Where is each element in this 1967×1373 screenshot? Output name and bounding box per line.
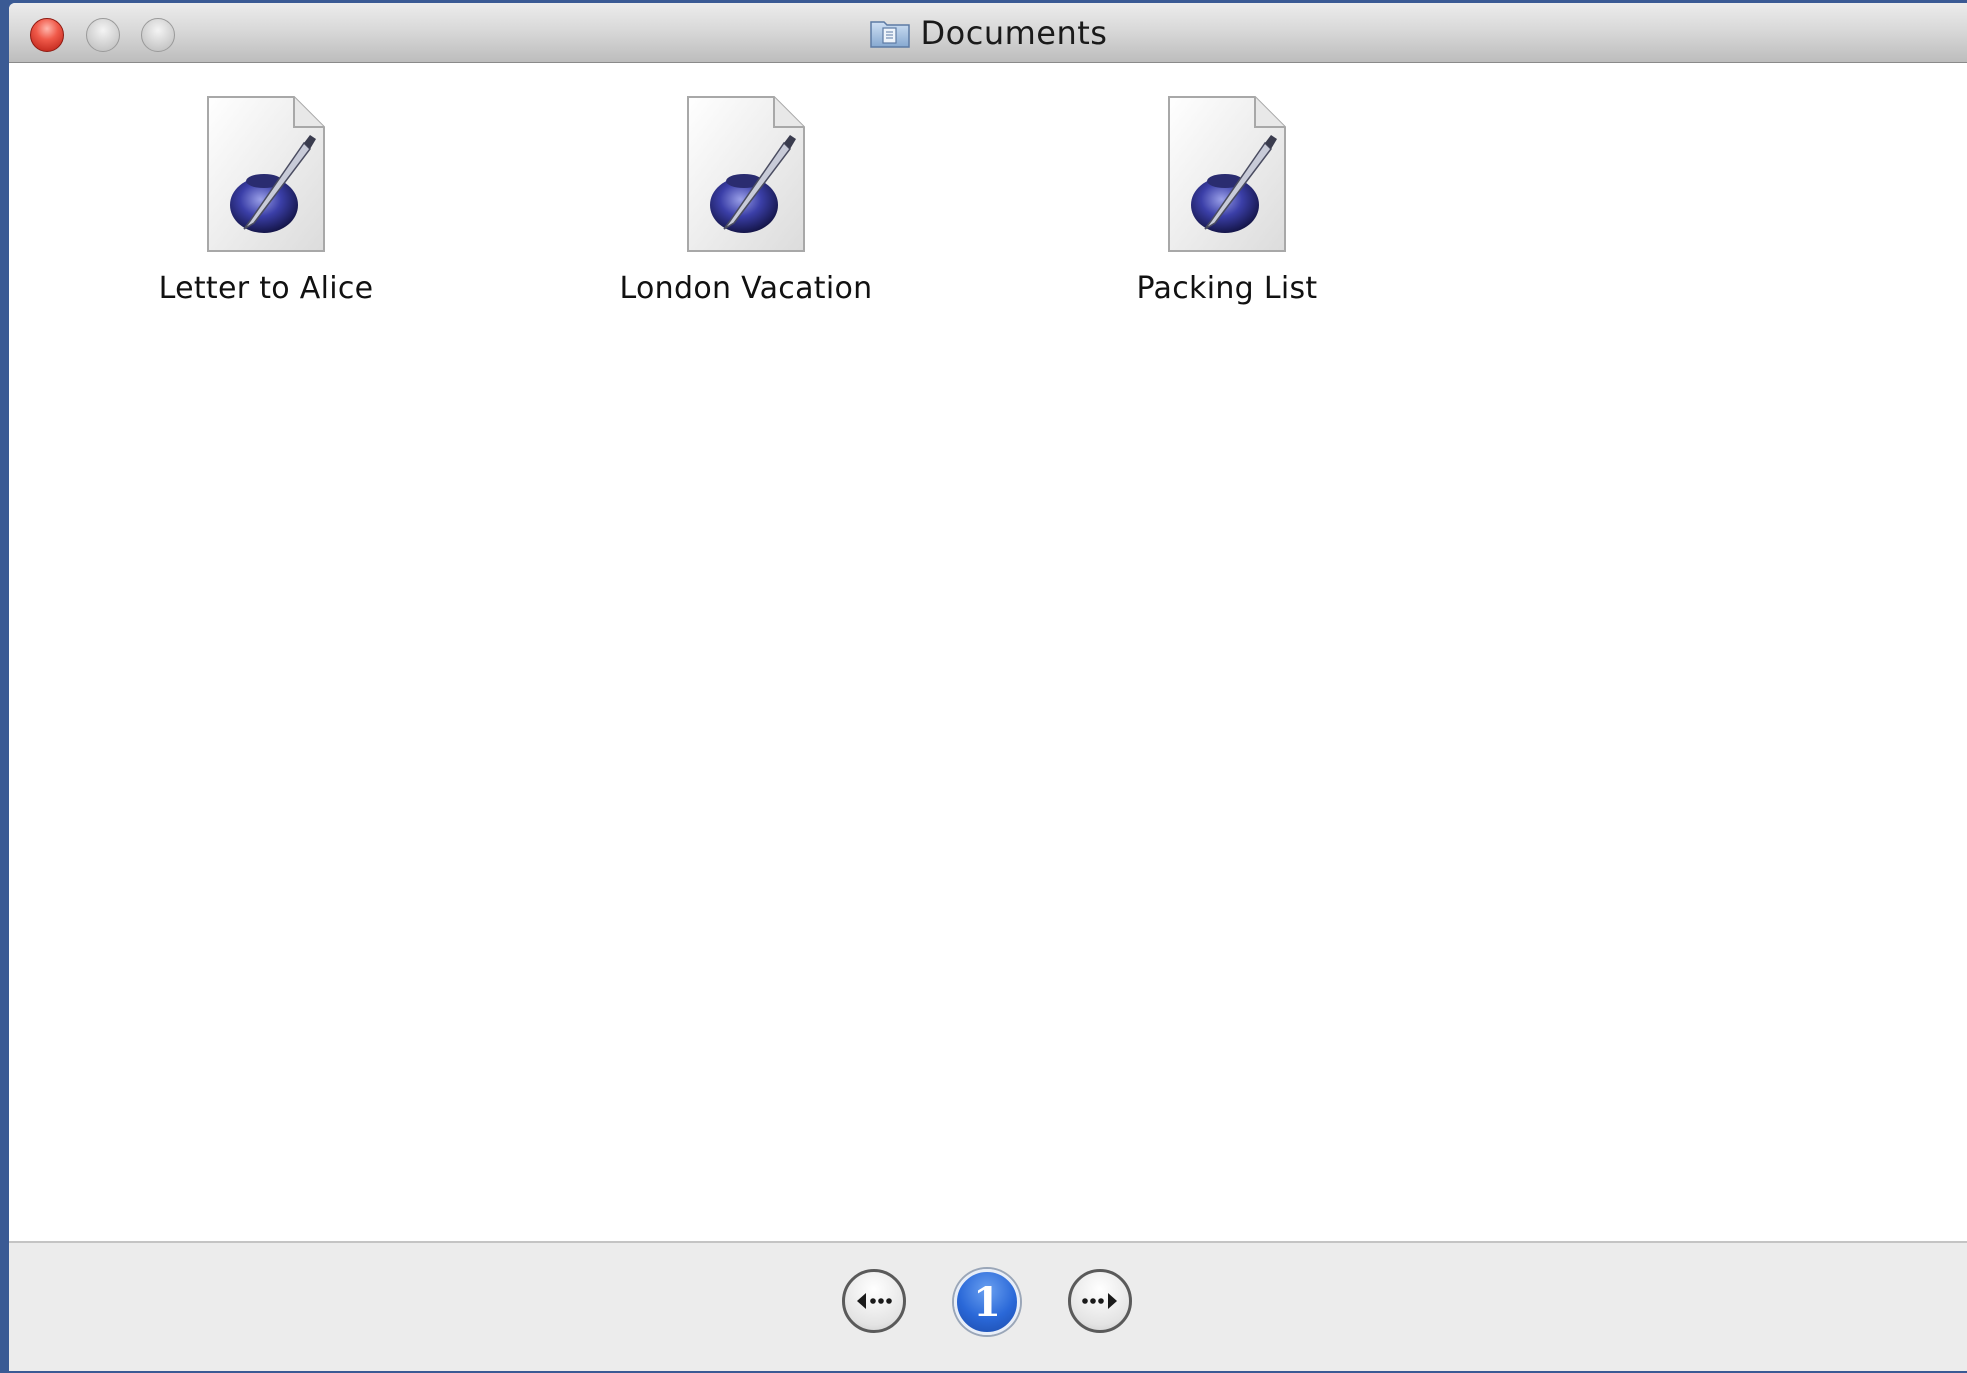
file-label: London Vacation (619, 271, 873, 306)
file-label: Letter to Alice (158, 271, 374, 306)
file-item-packing-list[interactable]: Packing List (1067, 93, 1387, 306)
file-view[interactable]: Letter to Alice London Vacation Packing … (9, 63, 1967, 1241)
previous-page-button[interactable] (842, 1269, 906, 1333)
folder-icon (869, 21, 910, 48)
next-page-button[interactable] (1068, 1269, 1132, 1333)
file-label: Packing List (1136, 271, 1318, 306)
finder-window: Documents Letter to Alice London Vacatio… (9, 3, 1967, 1371)
title-bar[interactable]: Documents (9, 3, 1967, 63)
window-title: Documents (920, 14, 1108, 52)
document-ink-pen-icon (687, 96, 805, 252)
arrow-right-icon (1082, 1293, 1117, 1309)
file-item-letter-to-alice[interactable]: Letter to Alice (106, 93, 426, 306)
current-page-indicator[interactable]: 1 (954, 1269, 1020, 1335)
pager-bar: 1 (9, 1241, 1967, 1371)
file-item-london-vacation[interactable]: London Vacation (586, 93, 906, 306)
document-ink-pen-icon (207, 96, 325, 252)
arrow-left-icon (857, 1293, 892, 1309)
window-title-group: Documents (9, 3, 1967, 63)
document-ink-pen-icon (1168, 96, 1286, 252)
